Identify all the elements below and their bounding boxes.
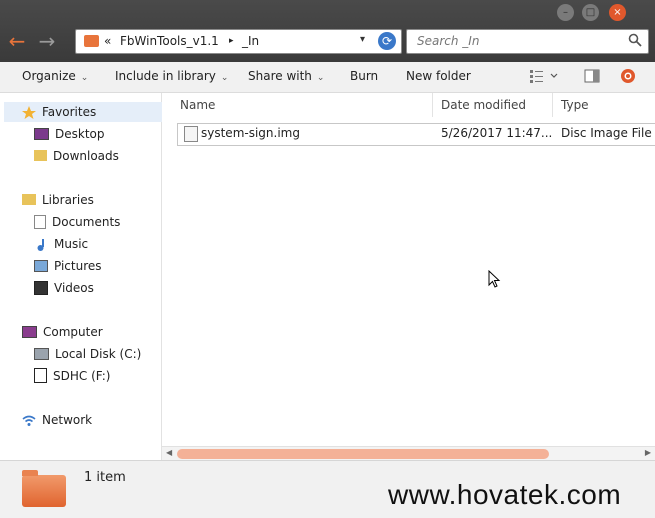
- file-row[interactable]: system-sign.img 5/26/2017 11:47... Disc …: [177, 123, 655, 146]
- maximize-button[interactable]: □: [582, 4, 599, 21]
- column-divider[interactable]: [552, 93, 553, 117]
- column-divider[interactable]: [432, 93, 433, 117]
- folder-icon: [84, 35, 99, 47]
- item-count: 1 item: [84, 470, 126, 485]
- column-header-type[interactable]: Type: [561, 93, 589, 117]
- file-type: Disc Image File: [561, 126, 652, 140]
- disc-image-file-icon: [184, 126, 198, 142]
- chevron-down-icon: ⌄: [80, 73, 89, 83]
- back-arrow-icon[interactable]: ←: [6, 30, 28, 52]
- downloads-folder-icon: [34, 150, 47, 161]
- network-wifi-icon: [22, 413, 36, 426]
- command-toolbar: Organize ⌄ Include in library ⌄ Share with…: [0, 62, 655, 93]
- scroll-left-arrow-icon[interactable]: ◀: [166, 448, 172, 457]
- video-film-icon: [34, 280, 48, 295]
- sidebar-item-local-disk[interactable]: Local Disk (C:): [34, 344, 141, 364]
- address-dropdown-icon[interactable]: ▾: [360, 34, 365, 45]
- music-note-icon: [34, 237, 48, 251]
- chevron-down-icon: ⌄: [220, 73, 229, 83]
- scrollbar-thumb[interactable]: [177, 449, 549, 459]
- sidebar-item-videos[interactable]: Videos: [34, 278, 94, 298]
- column-header-name[interactable]: Name: [180, 93, 215, 117]
- view-options-icon[interactable]: [529, 68, 559, 84]
- preview-pane-icon[interactable]: [584, 68, 600, 84]
- scroll-right-arrow-icon[interactable]: ▶: [645, 448, 651, 457]
- sidebar-item-pictures[interactable]: Pictures: [34, 256, 102, 276]
- breadcrumb-in[interactable]: _In: [242, 34, 259, 48]
- burn-button[interactable]: Burn: [350, 69, 378, 83]
- computer-icon: [22, 325, 37, 338]
- include-in-library-button[interactable]: Include in library ⌄: [115, 69, 228, 83]
- star-icon: [22, 105, 36, 119]
- breadcrumb-overflow[interactable]: «: [104, 34, 111, 48]
- breadcrumb-separator[interactable]: ▸: [229, 36, 234, 46]
- help-icon[interactable]: [620, 68, 636, 84]
- hard-drive-icon: [34, 347, 49, 360]
- address-bar[interactable]: « FbWinTools_v1.1 ▸ _In ▾ ⟳: [75, 29, 402, 54]
- sd-card-icon: [34, 368, 47, 383]
- document-icon: [34, 214, 46, 229]
- navigation-pane: Favorites Desktop Downloads Libraries Do…: [0, 93, 178, 460]
- file-date-modified: 5/26/2017 11:47...: [441, 126, 553, 140]
- pictures-icon: [34, 259, 48, 272]
- sidebar-item-desktop[interactable]: Desktop: [34, 124, 105, 144]
- sidebar-item-favorites[interactable]: Favorites: [4, 102, 178, 122]
- sidebar-item-music[interactable]: Music: [34, 234, 88, 254]
- sidebar-item-computer[interactable]: Computer: [22, 322, 103, 342]
- folder-icon: [22, 470, 66, 507]
- breadcrumb-fbwintools[interactable]: FbWinTools_v1.1: [120, 34, 219, 48]
- minimize-button[interactable]: –: [557, 4, 574, 21]
- organize-button[interactable]: Organize ⌄: [22, 69, 88, 83]
- refresh-icon[interactable]: ⟳: [378, 32, 396, 50]
- explorer-window: – □ × ← → « FbWinTools_v1.1 ▸ _In ▾ ⟳ Se…: [0, 0, 655, 518]
- search-input[interactable]: Search _In: [417, 34, 479, 48]
- column-header-date-modified[interactable]: Date modified: [441, 93, 526, 117]
- title-bar: – □ × ← → « FbWinTools_v1.1 ▸ _In ▾ ⟳ Se…: [0, 0, 655, 62]
- sidebar-item-sdhc[interactable]: SDHC (F:): [34, 366, 110, 386]
- watermark-text: www.hovatek.com: [388, 479, 622, 510]
- desktop-icon: [34, 127, 49, 140]
- sidebar-item-libraries[interactable]: Libraries: [22, 190, 94, 210]
- sidebar-item-network[interactable]: Network: [22, 410, 92, 430]
- share-with-button[interactable]: Share with ⌄: [248, 69, 324, 83]
- chevron-down-icon: ⌄: [316, 73, 325, 83]
- search-box[interactable]: Search _In: [406, 29, 649, 54]
- forward-arrow-icon[interactable]: →: [36, 30, 58, 52]
- sidebar-item-documents[interactable]: Documents: [34, 212, 120, 232]
- sidebar-item-downloads[interactable]: Downloads: [34, 146, 119, 166]
- file-name: system-sign.img: [201, 126, 300, 140]
- close-button[interactable]: ×: [609, 4, 626, 21]
- details-pane: 1 item www.hovatek.com: [0, 460, 655, 518]
- search-icon[interactable]: [628, 33, 642, 47]
- file-list-view[interactable]: Name Date modified Type system-sign.img …: [162, 93, 655, 461]
- horizontal-scrollbar[interactable]: ◀ ▶: [162, 446, 655, 461]
- libraries-icon: [22, 194, 36, 205]
- new-folder-button[interactable]: New folder: [406, 69, 471, 83]
